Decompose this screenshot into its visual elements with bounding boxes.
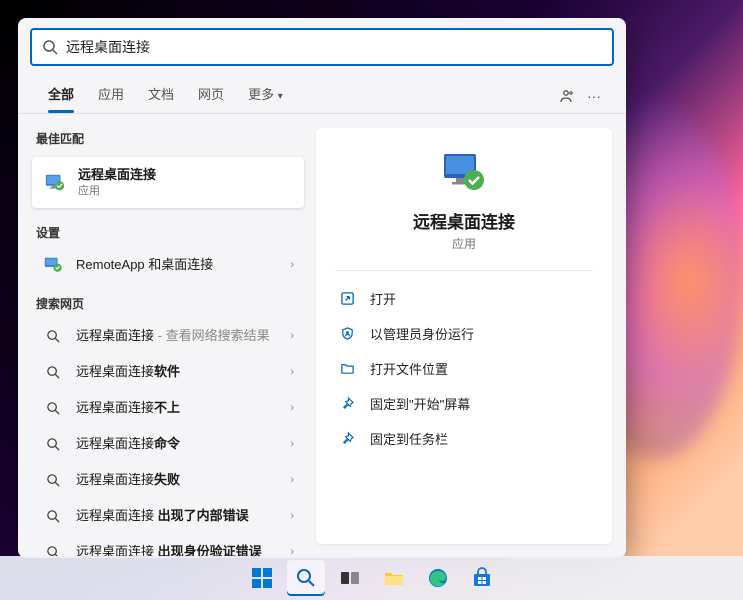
taskbar-search-button[interactable] bbox=[287, 560, 325, 596]
folder-icon bbox=[338, 360, 356, 378]
tab-all[interactable]: 全部 bbox=[36, 78, 86, 113]
web-result[interactable]: 远程桌面连接 出现了内部错误 › bbox=[32, 498, 304, 534]
section-best-match: 最佳匹配 bbox=[32, 124, 304, 153]
action-admin[interactable]: 以管理员身份运行 bbox=[334, 316, 594, 351]
search-box[interactable] bbox=[30, 28, 614, 66]
settings-result[interactable]: RemoteApp 和桌面连接 › bbox=[32, 247, 304, 283]
results-list: 最佳匹配 远程桌面连接 应用 设置 RemoteApp 和桌面连接 › 搜索网页 bbox=[18, 114, 308, 558]
search-icon bbox=[42, 469, 64, 491]
detail-pane: 远程桌面连接 应用 打开以管理员身份运行打开文件位置固定到"开始"屏幕固定到任务… bbox=[308, 114, 626, 558]
section-settings: 设置 bbox=[32, 218, 304, 247]
search-icon bbox=[42, 361, 64, 383]
action-label: 固定到任务栏 bbox=[370, 429, 448, 448]
detail-card: 远程桌面连接 应用 打开以管理员身份运行打开文件位置固定到"开始"屏幕固定到任务… bbox=[316, 128, 612, 544]
chevron-right-icon: › bbox=[290, 474, 294, 486]
detail-title: 远程桌面连接 bbox=[413, 208, 515, 233]
taskbar-taskview-button[interactable] bbox=[331, 560, 369, 596]
web-result[interactable]: 远程桌面连接不上 › bbox=[32, 390, 304, 426]
taskbar-start-button[interactable] bbox=[243, 560, 281, 596]
best-match-subtitle: 应用 bbox=[78, 184, 292, 198]
web-result-title: 远程桌面连接 - 查看网络搜索结果 bbox=[76, 328, 290, 345]
more-options-icon[interactable]: ··· bbox=[580, 88, 608, 104]
pin-icon bbox=[338, 395, 356, 413]
search-icon bbox=[42, 397, 64, 419]
results-content: 最佳匹配 远程桌面连接 应用 设置 RemoteApp 和桌面连接 › 搜索网页 bbox=[18, 114, 626, 558]
detail-subtitle: 应用 bbox=[452, 235, 476, 252]
pin-icon bbox=[338, 430, 356, 448]
action-label: 打开文件位置 bbox=[370, 359, 448, 378]
action-folder[interactable]: 打开文件位置 bbox=[334, 351, 594, 386]
web-result[interactable]: 远程桌面连接 出现身份验证错误 › bbox=[32, 534, 304, 558]
open-icon bbox=[338, 290, 356, 308]
action-pin[interactable]: 固定到任务栏 bbox=[334, 421, 594, 456]
tab-web[interactable]: 网页 bbox=[186, 78, 236, 113]
rdp-app-icon bbox=[44, 172, 66, 194]
taskbar bbox=[0, 556, 743, 600]
web-result[interactable]: 远程桌面连接软件 › bbox=[32, 354, 304, 390]
web-result-title: 远程桌面连接软件 bbox=[76, 364, 290, 381]
action-label: 固定到"开始"屏幕 bbox=[370, 394, 470, 413]
search-icon bbox=[42, 505, 64, 527]
web-result-title: 远程桌面连接失败 bbox=[76, 472, 290, 489]
best-match-title: 远程桌面连接 bbox=[78, 167, 292, 184]
taskbar-edge-button[interactable] bbox=[419, 560, 457, 596]
chevron-right-icon: › bbox=[290, 510, 294, 522]
best-match-result[interactable]: 远程桌面连接 应用 bbox=[32, 157, 304, 208]
tab-more[interactable]: 更多 ▾ bbox=[236, 78, 295, 113]
taskbar-store-button[interactable] bbox=[463, 560, 501, 596]
action-open[interactable]: 打开 bbox=[334, 281, 594, 316]
search-input[interactable] bbox=[66, 39, 602, 55]
web-result[interactable]: 远程桌面连接 - 查看网络搜索结果 › bbox=[32, 318, 304, 354]
chevron-right-icon: › bbox=[290, 402, 294, 414]
settings-result-title: RemoteApp 和桌面连接 bbox=[76, 257, 290, 274]
web-result-title: 远程桌面连接命令 bbox=[76, 436, 290, 453]
web-result[interactable]: 远程桌面连接命令 › bbox=[32, 426, 304, 462]
search-panel: 全部 应用 文档 网页 更多 ▾ ··· 最佳匹配 远程桌面连接 应用 设置 bbox=[18, 18, 626, 558]
chevron-right-icon: › bbox=[290, 366, 294, 378]
search-icon bbox=[42, 433, 64, 455]
search-icon bbox=[42, 39, 58, 55]
web-result[interactable]: 远程桌面连接失败 › bbox=[32, 462, 304, 498]
remoteapp-icon bbox=[42, 254, 64, 276]
taskbar-explorer-button[interactable] bbox=[375, 560, 413, 596]
admin-icon bbox=[338, 325, 356, 343]
detail-app-icon bbox=[440, 150, 488, 198]
tab-apps[interactable]: 应用 bbox=[86, 78, 136, 113]
action-label: 打开 bbox=[370, 289, 396, 308]
chevron-right-icon: › bbox=[290, 330, 294, 342]
action-pin[interactable]: 固定到"开始"屏幕 bbox=[334, 386, 594, 421]
account-icon[interactable] bbox=[552, 88, 580, 104]
tab-documents[interactable]: 文档 bbox=[136, 78, 186, 113]
action-label: 以管理员身份运行 bbox=[370, 324, 474, 343]
web-result-title: 远程桌面连接不上 bbox=[76, 400, 290, 417]
search-icon bbox=[42, 325, 64, 347]
filter-tabs: 全部 应用 文档 网页 更多 ▾ ··· bbox=[18, 74, 626, 114]
chevron-right-icon: › bbox=[290, 259, 294, 271]
chevron-right-icon: › bbox=[290, 438, 294, 450]
web-result-title: 远程桌面连接 出现了内部错误 bbox=[76, 508, 290, 525]
section-web: 搜索网页 bbox=[32, 289, 304, 318]
